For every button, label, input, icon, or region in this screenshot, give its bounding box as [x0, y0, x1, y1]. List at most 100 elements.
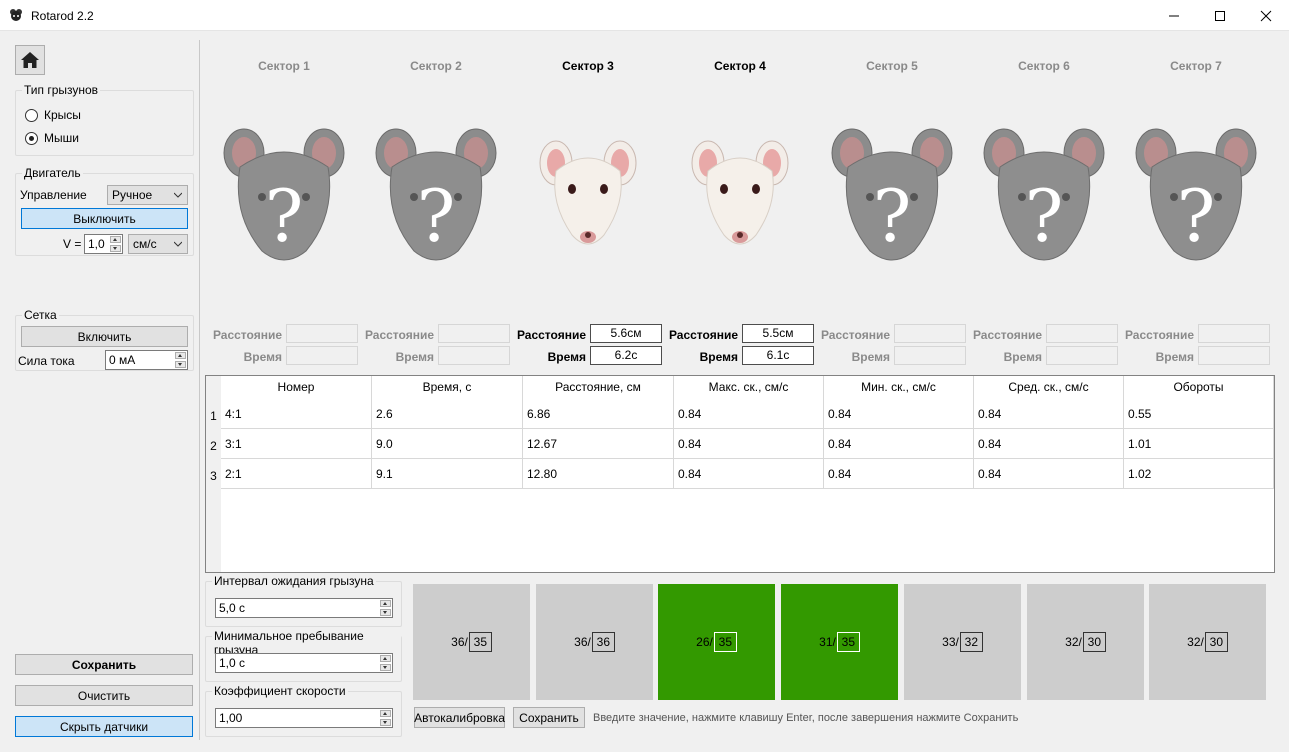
- table-cell[interactable]: 1.02: [1124, 459, 1274, 489]
- time-label: Время: [547, 350, 586, 364]
- table-cell[interactable]: 0.84: [824, 459, 974, 489]
- unit-combo[interactable]: см/с: [128, 234, 188, 254]
- sensor-tile-5[interactable]: 33/32: [904, 584, 1021, 700]
- table-header-cell[interactable]: Макс. ск., см/с: [674, 376, 824, 399]
- speed-value: 1,0: [88, 237, 105, 251]
- distance-field[interactable]: 5.5см: [742, 324, 814, 343]
- param-spinbox[interactable]: 5,0 с: [215, 598, 393, 618]
- table-header-cell[interactable]: Сред. ск., см/с: [974, 376, 1124, 399]
- radio-rats[interactable]: Крысы: [25, 108, 81, 122]
- sensor-reading: 31/: [819, 635, 836, 649]
- table-cell[interactable]: 0.55: [1124, 399, 1274, 429]
- table-cell[interactable]: 0.84: [824, 399, 974, 429]
- table-header-cell[interactable]: Номер: [221, 376, 372, 399]
- radio-mice-label: Мыши: [44, 131, 79, 145]
- table-cell[interactable]: 0.84: [674, 429, 824, 459]
- maximize-button[interactable]: [1197, 0, 1243, 31]
- param-value: 5,0 с: [219, 601, 246, 615]
- save-button[interactable]: Сохранить: [15, 654, 193, 675]
- time-field[interactable]: [894, 346, 966, 365]
- spin-arrows-icon[interactable]: [380, 710, 391, 726]
- sensor-threshold-input[interactable]: 30: [1204, 632, 1228, 652]
- table-header-cell[interactable]: Обороты: [1124, 376, 1274, 399]
- distance-field[interactable]: [894, 324, 966, 343]
- control-combo[interactable]: Ручное: [107, 185, 188, 205]
- table-cell[interactable]: 3:1: [221, 429, 372, 459]
- close-button[interactable]: [1243, 0, 1289, 31]
- table-cell[interactable]: 1.01: [1124, 429, 1274, 459]
- table-cell[interactable]: 12.67: [523, 429, 674, 459]
- sensor-threshold-input[interactable]: 35: [836, 632, 860, 652]
- spin-arrows-icon[interactable]: [380, 600, 391, 616]
- time-field[interactable]: [1198, 346, 1270, 365]
- home-icon: [21, 52, 39, 68]
- table-cell[interactable]: 0.84: [824, 429, 974, 459]
- distance-field[interactable]: [286, 324, 358, 343]
- table-cell[interactable]: 9.1: [372, 459, 523, 489]
- table-cell[interactable]: 0.84: [974, 459, 1124, 489]
- table-cell[interactable]: 6.86: [523, 399, 674, 429]
- current-label: Сила тока: [18, 354, 75, 368]
- radio-mice[interactable]: Мыши: [25, 131, 79, 145]
- sensor-threshold-input[interactable]: 36: [591, 632, 615, 652]
- table-cell[interactable]: 0.84: [974, 429, 1124, 459]
- sensor-tile-7[interactable]: 32/30: [1149, 584, 1266, 700]
- spin-arrows-icon[interactable]: [175, 352, 186, 368]
- sensor-threshold-input[interactable]: 35: [713, 632, 737, 652]
- clear-button[interactable]: Очистить: [15, 685, 193, 706]
- sensor-threshold-input[interactable]: 32: [959, 632, 983, 652]
- time-field[interactable]: [438, 346, 510, 365]
- hide-sensors-button[interactable]: Скрыть датчики: [15, 716, 193, 737]
- param-spinbox[interactable]: 1,00: [215, 708, 393, 728]
- sensor-threshold-input[interactable]: 30: [1082, 632, 1106, 652]
- v-label: V =: [63, 237, 82, 251]
- table-cell[interactable]: 0.84: [974, 399, 1124, 429]
- sensor-tile-6[interactable]: 32/30: [1027, 584, 1144, 700]
- chevron-down-icon: [174, 192, 182, 198]
- time-field[interactable]: [1046, 346, 1118, 365]
- results-table[interactable]: Номер Время, с Расстояние, см Макс. ск., см…: [205, 375, 1275, 573]
- autocalibrate-button[interactable]: Автокалибровка: [414, 707, 505, 728]
- radio-rats-dot[interactable]: [25, 108, 38, 122]
- table-header-cell[interactable]: Время, с: [372, 376, 523, 399]
- table-header-cell[interactable]: Расстояние, см: [523, 376, 674, 399]
- distance-field[interactable]: [1046, 324, 1118, 343]
- table-cell[interactable]: 2.6: [372, 399, 523, 429]
- table-cell[interactable]: 0.84: [674, 399, 824, 429]
- sensor-tile-3[interactable]: 26/35: [658, 584, 775, 700]
- sensor-tile-1[interactable]: 36/35: [413, 584, 530, 700]
- radio-mice-dot[interactable]: [25, 131, 38, 145]
- table-cell[interactable]: 0.84: [674, 459, 824, 489]
- spin-arrows-icon[interactable]: [380, 655, 391, 671]
- sensor-tile-4[interactable]: 31/35: [781, 584, 898, 700]
- home-button[interactable]: [15, 45, 45, 75]
- sensor-save-button[interactable]: Сохранить: [513, 707, 585, 728]
- speed-spinbox[interactable]: 1,0: [84, 234, 123, 254]
- table-cell[interactable]: 9.0: [372, 429, 523, 459]
- table-cell[interactable]: 2:1: [221, 459, 372, 489]
- mouse-face-icon: [526, 123, 650, 269]
- motor-toggle-button[interactable]: Выключить: [21, 208, 188, 229]
- distance-field[interactable]: [438, 324, 510, 343]
- svg-text:?: ?: [417, 174, 456, 258]
- grid-toggle-button[interactable]: Включить: [21, 326, 188, 347]
- minimize-button[interactable]: [1151, 0, 1197, 31]
- param-spinbox[interactable]: 1,0 с: [215, 653, 393, 673]
- table-cell[interactable]: 4:1: [221, 399, 372, 429]
- time-field[interactable]: [286, 346, 358, 365]
- sensor-tile-2[interactable]: 36/36: [536, 584, 653, 700]
- sensor-threshold-input[interactable]: 35: [468, 632, 492, 652]
- distance-label: Расстояние: [364, 328, 434, 342]
- distance-field[interactable]: [1198, 324, 1270, 343]
- table-header-cell[interactable]: Мин. ск., см/с: [824, 376, 974, 399]
- radio-rats-label: Крысы: [44, 108, 81, 122]
- time-field[interactable]: 6.1с: [742, 346, 814, 365]
- current-spinbox[interactable]: 0 мА: [105, 350, 188, 370]
- time-field[interactable]: 6.2с: [590, 346, 662, 365]
- sensor-reading: 32/: [1187, 635, 1204, 649]
- distance-field[interactable]: 5.6см: [590, 324, 662, 343]
- table-cell[interactable]: 12.80: [523, 459, 674, 489]
- svg-text:?: ?: [265, 174, 304, 258]
- time-label: Время: [1003, 350, 1042, 364]
- spin-arrows-icon[interactable]: [110, 236, 121, 252]
